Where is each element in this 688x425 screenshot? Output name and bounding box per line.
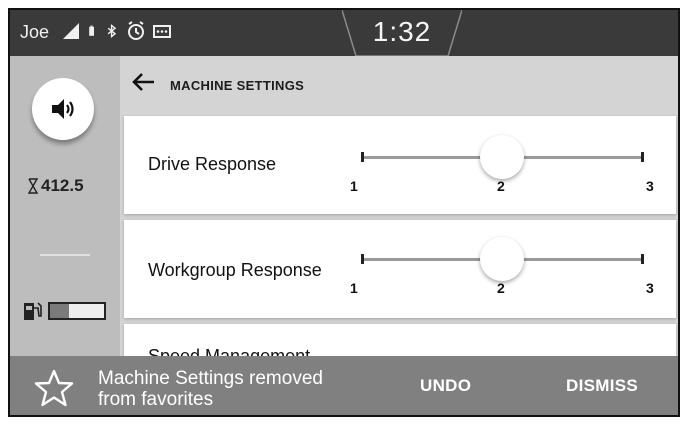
hourglass-icon xyxy=(28,178,38,194)
snackbar-message-line2: from favorites xyxy=(98,389,214,410)
status-bar: Joe 1:32 xyxy=(10,10,678,56)
slider-tick-max xyxy=(641,254,644,264)
slider-tick-max xyxy=(641,152,644,162)
engine-hours: 412.5 xyxy=(28,176,84,196)
dismiss-button[interactable]: DISMISS xyxy=(566,376,638,396)
page-header: MACHINE SETTINGS xyxy=(120,56,678,112)
user-name: Joe xyxy=(20,22,50,42)
message-icon xyxy=(153,25,171,38)
setting-label: Workgroup Response xyxy=(148,260,322,280)
device-screen: Joe 1:32 412.5 MACHINE SETTINGS Drive Re… xyxy=(8,8,680,417)
clock: 1:32 xyxy=(372,16,432,47)
snackbar-message: Machine Settings removed from favorites xyxy=(98,368,388,410)
slider-knob[interactable] xyxy=(480,237,524,281)
setting-label: Drive Response xyxy=(148,154,277,174)
signal-icon xyxy=(63,23,79,39)
slider-min-label: 1 xyxy=(350,178,358,194)
setting-card-drive-response: Drive Response 1 2 3 xyxy=(124,116,676,214)
slider-mid-label: 2 xyxy=(497,178,505,194)
setting-card-workgroup-response: Workgroup Response 1 2 3 xyxy=(124,220,676,318)
slider-max-label: 3 xyxy=(646,280,654,296)
battery-icon xyxy=(89,25,94,36)
status-icons xyxy=(62,20,172,42)
slider-tick-min xyxy=(361,152,364,162)
slider-tick-min xyxy=(361,254,364,264)
page-title: MACHINE SETTINGS xyxy=(170,78,305,93)
fuel-pump-icon xyxy=(24,302,42,320)
fuel-gauge xyxy=(48,302,106,320)
clock-tab: 1:32 xyxy=(342,10,462,56)
bluetooth-icon xyxy=(107,23,117,39)
volume-button[interactable] xyxy=(32,78,94,140)
engine-hours-value: 412.5 xyxy=(41,176,84,195)
slider-mid-label: 2 xyxy=(497,280,505,296)
back-arrow-icon[interactable] xyxy=(130,70,158,94)
slider-knob[interactable] xyxy=(480,135,524,179)
undo-button[interactable]: UNDO xyxy=(420,376,471,396)
snackbar-message-line1: Machine Settings removed xyxy=(98,368,323,389)
fuel-gauge-fill xyxy=(50,304,69,318)
star-outline-icon xyxy=(34,369,74,407)
snackbar: Machine Settings removed from favorites … xyxy=(10,356,678,415)
fuel-level xyxy=(22,300,106,322)
slider-max-label: 3 xyxy=(646,178,654,194)
alarm-icon xyxy=(128,21,144,40)
speaker-icon xyxy=(52,99,74,119)
rail-divider xyxy=(40,254,90,256)
slider-min-label: 1 xyxy=(350,280,358,296)
